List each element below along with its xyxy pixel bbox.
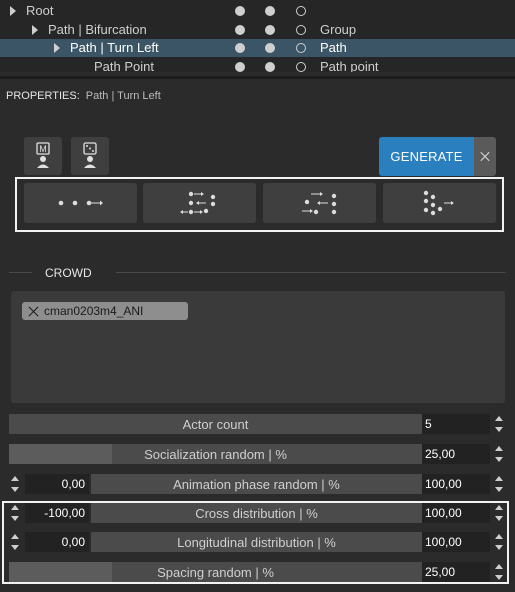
section-divider bbox=[116, 272, 506, 273]
animation-phase-min-input[interactable]: 0,00 bbox=[25, 474, 89, 494]
tree-row-label: Root bbox=[26, 3, 54, 18]
tree-row-type: Path bbox=[320, 40, 347, 55]
mode-button[interactable]: M bbox=[24, 137, 62, 175]
properties-title: PROPERTIES: bbox=[6, 90, 80, 102]
tree-row-type: Path point bbox=[320, 59, 379, 72]
distribution-highlight-frame bbox=[2, 501, 509, 584]
tree-row-turn-left[interactable]: Path | Turn Left Path bbox=[0, 39, 515, 57]
pattern-line-button[interactable] bbox=[24, 183, 137, 223]
lock-dot-icon[interactable] bbox=[265, 6, 275, 16]
crowd-section-title: CROWD bbox=[45, 266, 92, 280]
select-ring-icon[interactable] bbox=[296, 6, 306, 16]
actor-count-slider[interactable]: Actor count bbox=[9, 414, 422, 434]
dots-reverse-pattern-icon bbox=[302, 192, 337, 215]
socialization-random-row: Socialization random | % 25,00 bbox=[0, 444, 515, 464]
lock-dot-icon[interactable] bbox=[265, 43, 275, 53]
actor-count-input[interactable]: 5 bbox=[422, 414, 490, 434]
tree-row-root[interactable]: Root bbox=[0, 2, 515, 20]
spinner-arrows-icon[interactable] bbox=[495, 416, 503, 432]
slider-label: Animation phase random | % bbox=[173, 477, 340, 492]
animation-phase-random-row: 0,00 Animation phase random | % 100,00 bbox=[0, 474, 515, 494]
expand-arrow-icon[interactable] bbox=[10, 6, 16, 16]
random-button[interactable] bbox=[71, 137, 109, 175]
scene-tree: Root Path | Bifurcation Group Path | Tur… bbox=[0, 0, 515, 72]
lock-dot-icon[interactable] bbox=[265, 62, 275, 72]
animation-phase-random-slider[interactable]: Animation phase random | % bbox=[91, 474, 422, 494]
properties-path: Path | Turn Left bbox=[85, 90, 161, 102]
close-icon[interactable] bbox=[474, 137, 496, 176]
remove-actor-icon[interactable] bbox=[27, 305, 39, 317]
tree-row-path-point[interactable]: Path Point Path point bbox=[0, 58, 515, 72]
tree-row-label: Path Point bbox=[94, 59, 154, 72]
spinner-arrows-icon[interactable] bbox=[495, 446, 503, 462]
slider-label: Socialization random | % bbox=[144, 447, 287, 462]
select-ring-icon[interactable] bbox=[296, 62, 306, 72]
visibility-dot-icon[interactable] bbox=[235, 43, 245, 53]
section-divider bbox=[9, 272, 32, 273]
pattern-swap-button[interactable] bbox=[143, 183, 256, 223]
visibility-dot-icon[interactable] bbox=[235, 62, 245, 72]
spinner-arrows-icon[interactable] bbox=[11, 476, 19, 492]
tree-row-type: Group bbox=[320, 22, 357, 37]
svg-text:M: M bbox=[39, 144, 47, 154]
generate-button[interactable]: GENERATE bbox=[379, 137, 474, 176]
dots-line-pattern-icon bbox=[58, 200, 103, 206]
socialization-random-slider[interactable]: Socialization random | % bbox=[9, 444, 422, 464]
tree-row-label: Path | Turn Left bbox=[70, 40, 159, 55]
actor-tag[interactable]: cman0203m4_ANI bbox=[22, 302, 188, 320]
tree-row-bifurcation[interactable]: Path | Bifurcation Group bbox=[0, 21, 515, 39]
pattern-cluster-button[interactable] bbox=[383, 183, 496, 223]
visibility-dot-icon[interactable] bbox=[235, 25, 245, 35]
spinner-arrows-icon[interactable] bbox=[495, 476, 503, 492]
tree-row-label: Path | Bifurcation bbox=[48, 22, 147, 37]
properties-header: PROPERTIES: Path | Turn Left bbox=[6, 90, 161, 102]
socialization-random-input[interactable]: 25,00 bbox=[422, 444, 490, 464]
actor-count-row: Actor count 5 bbox=[0, 414, 515, 434]
pattern-reverse-button[interactable] bbox=[263, 183, 376, 223]
select-ring-icon[interactable] bbox=[296, 25, 306, 35]
dots-cluster-pattern-icon bbox=[423, 190, 454, 216]
m-badge-user-icon: M bbox=[36, 142, 50, 168]
select-ring-icon[interactable] bbox=[296, 43, 306, 53]
actor-name: cman0203m4_ANI bbox=[44, 304, 144, 318]
slider-label: Actor count bbox=[182, 417, 249, 432]
expand-arrow-icon[interactable] bbox=[32, 25, 38, 35]
dots-swap-pattern-icon bbox=[180, 191, 216, 215]
dice-user-icon bbox=[83, 142, 97, 168]
expand-arrow-icon[interactable] bbox=[54, 43, 60, 53]
visibility-dot-icon[interactable] bbox=[235, 6, 245, 16]
animation-phase-max-input[interactable]: 100,00 bbox=[422, 474, 490, 494]
panel-divider[interactable] bbox=[0, 76, 515, 79]
lock-dot-icon[interactable] bbox=[265, 25, 275, 35]
